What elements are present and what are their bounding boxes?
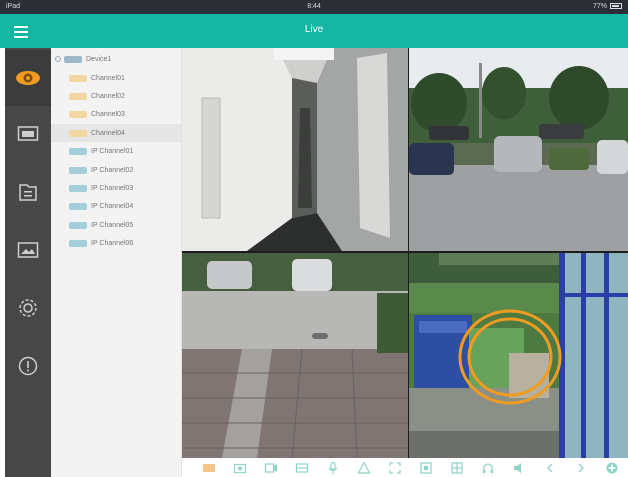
tree-channel-item[interactable]: Channel01 [51,69,181,87]
ptz-icon [357,461,371,474]
layout-button[interactable] [202,461,216,475]
previous-icon [547,463,553,473]
battery-percent: 77% [592,3,607,10]
gear-icon [19,299,37,317]
add-button[interactable] [605,461,619,475]
add-icon [606,462,618,474]
zoom-button[interactable] [388,461,402,475]
video-tile-4[interactable] [409,253,628,458]
record-button[interactable] [264,461,278,475]
battery-icon [610,3,622,10]
nav-about[interactable] [5,338,51,394]
speaker-icon [514,463,521,473]
microphone-button[interactable] [326,461,340,475]
nav-file-manager[interactable] [5,164,51,220]
tree-channel-item[interactable]: IP Channel01 [51,143,181,161]
channel-label: Channel03 [91,111,125,119]
channel-label: IP Channel01 [91,148,134,156]
zoom-icon [389,462,401,474]
grid-icon [451,462,463,474]
fullscreen-icon [420,462,432,474]
stream-button[interactable] [295,461,309,475]
audio-icon [483,463,493,473]
channel-label: Channel04 [91,129,125,137]
parking-lot-camera-feed [409,48,628,251]
layout-icon [203,464,215,472]
device-label: Device1 [86,55,112,63]
channel-label: Channel02 [91,92,125,100]
image-icon [17,242,39,258]
tree-channel-item[interactable]: Channel02 [51,87,181,105]
record-icon [264,463,277,473]
ip-camera-icon [69,203,87,211]
tree-channel-item[interactable]: IP Channel06 [51,235,181,253]
highlight-annotation [458,309,562,405]
ptz-button[interactable] [357,461,371,475]
live-control-toolbar [182,458,628,477]
ip-camera-icon [69,221,87,229]
ip-camera-icon [69,184,87,192]
nav-pictures[interactable] [5,222,51,278]
tree-channel-item[interactable]: Channel04 [51,124,181,143]
page-title: Live [304,24,324,35]
ip-camera-icon [69,166,87,174]
left-nav-rail [5,48,51,477]
annotation-circle-outer [458,309,562,405]
video-playback-icon [17,126,39,141]
snapshot-icon [233,463,247,474]
annotation-circle-inner [467,317,553,397]
tree-channel-item[interactable]: Channel03 [51,106,181,124]
next-icon [578,463,584,473]
analog-camera-icon [69,111,87,119]
ip-camera-icon [69,240,87,248]
stream-icon [295,463,309,473]
app-header: Live [0,14,628,48]
device-tree-panel: Device1 Channel01 Channel02 Channel03 Chann… [51,48,182,477]
eye-icon [16,71,40,85]
channel-label: IP Channel04 [91,203,134,211]
tree-channel-item[interactable]: IP Channel05 [51,216,181,234]
video-tile-2[interactable] [409,48,628,251]
info-icon [18,356,38,376]
courtyard-camera-feed [182,253,408,458]
video-tile-1[interactable] [182,48,408,251]
channel-label: IP Channel02 [91,166,134,174]
clock: 8:44 [307,3,321,10]
fullscreen-button[interactable] [419,461,433,475]
status-bar: iPad 8:44 77% [0,0,628,14]
tree-channel-item[interactable]: IP Channel03 [51,179,181,197]
audio-button[interactable] [481,461,495,475]
grid-button[interactable] [450,461,464,475]
hallway-camera-feed [182,48,408,251]
tree-channel-item[interactable]: IP Channel04 [51,198,181,216]
analog-camera-icon [69,74,87,82]
snapshot-button[interactable] [233,461,247,475]
channel-label: IP Channel06 [91,240,134,248]
channel-label: IP Channel03 [91,184,134,192]
nav-live-view[interactable] [5,50,51,106]
battery-indicator: 77% [593,3,622,10]
tree-channel-item[interactable]: IP Channel02 [51,161,181,179]
nav-playback[interactable] [5,106,51,162]
channel-label: Channel01 [91,74,125,82]
speaker-button[interactable] [512,461,526,475]
analog-camera-icon [69,92,87,100]
dvr-device-icon [64,55,82,63]
folder-icon [19,184,37,201]
ip-camera-icon [69,148,87,156]
channel-label: IP Channel05 [91,221,134,229]
expand-icon [55,56,61,62]
previous-button[interactable] [543,461,557,475]
video-tile-3[interactable] [182,253,408,458]
analog-camera-icon [69,129,87,137]
nav-settings[interactable] [5,280,51,336]
microphone-icon [328,461,338,474]
next-button[interactable] [574,461,588,475]
tree-device[interactable]: Device1 [51,50,181,68]
live-video-grid [182,48,628,458]
